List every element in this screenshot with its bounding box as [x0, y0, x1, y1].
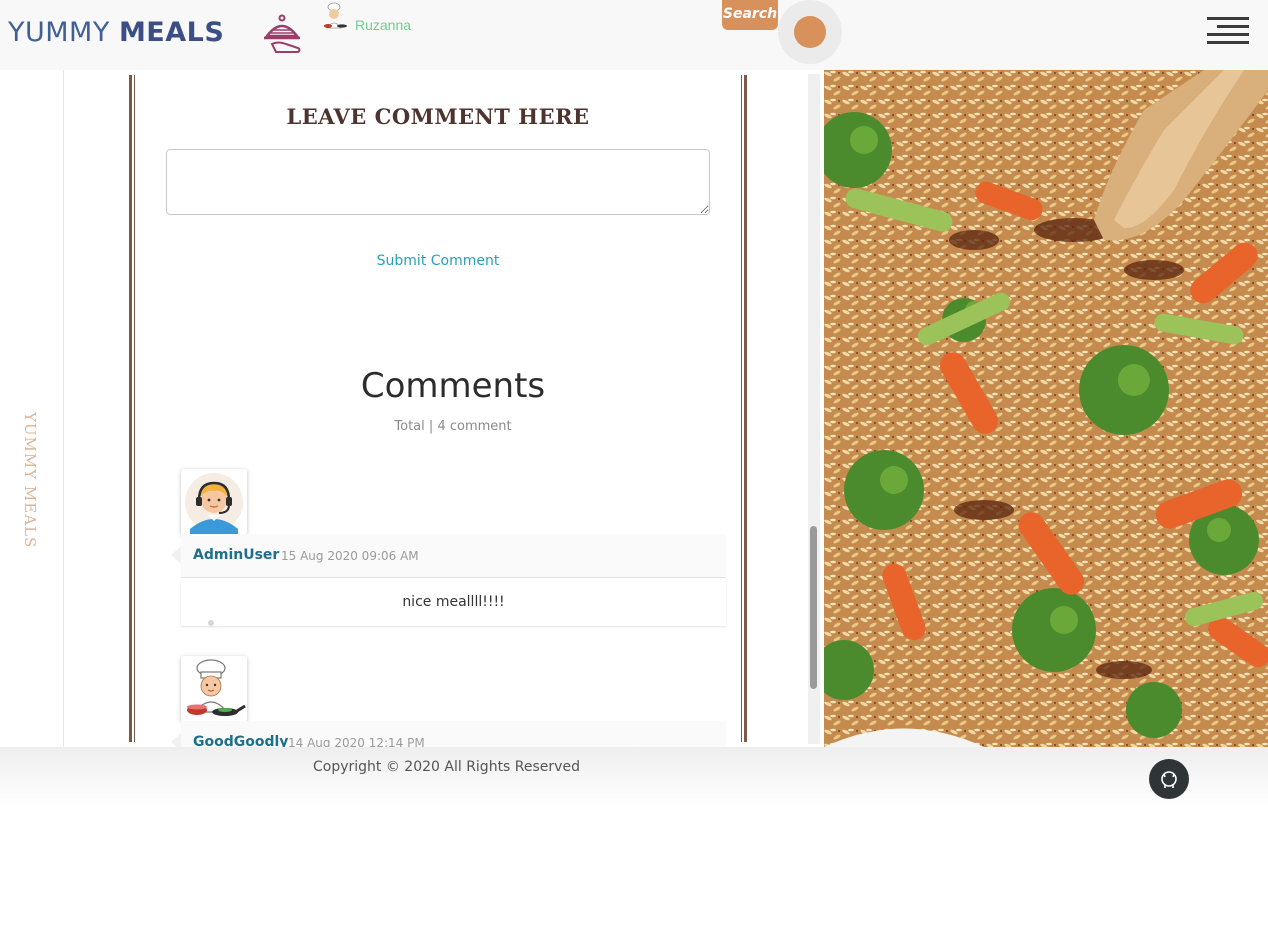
comment-pointer	[171, 546, 181, 564]
toggle-knob-icon	[794, 16, 826, 48]
cloche-logo-icon	[264, 14, 301, 53]
top-navbar: YUMMY MEALS Ruzanna Search	[0, 0, 1268, 70]
frame-border-right-inner	[741, 75, 742, 742]
comments-heading: Comments	[360, 366, 546, 406]
comment-date: 15 Aug 2020 09:06 AM	[281, 549, 419, 563]
brand-logo-text[interactable]: YUMMY MEALS	[8, 17, 224, 48]
comment-body: nice meallll!!!!	[181, 578, 726, 626]
frame-border-left	[129, 75, 132, 742]
count-separator: |	[428, 419, 434, 434]
count-text: 4 comment	[437, 419, 512, 434]
comment-avatar	[181, 656, 247, 722]
comment-textarea[interactable]	[166, 149, 710, 215]
footer-bar	[0, 747, 1268, 807]
fried-rice-hero-image	[824, 70, 1268, 747]
brand-word-2: MEALS	[118, 17, 225, 48]
fried-rice-photo	[824, 70, 1268, 747]
side-rail: YUMMY MEALS	[0, 70, 64, 747]
frame-border-left-inner	[134, 75, 135, 742]
comment-pointer	[171, 733, 181, 747]
support-agent-avatar-icon	[185, 473, 243, 535]
user-name-label: Ruzanna	[355, 17, 412, 33]
chef-avatar-icon	[324, 2, 347, 29]
brand-word-1: YUMMY	[8, 17, 110, 48]
comment-indicator-dot	[208, 620, 214, 626]
chef-cooking-avatar-icon	[187, 659, 246, 716]
scrollbar-thumb[interactable]	[810, 526, 817, 689]
hamburger-menu-icon[interactable]	[1207, 16, 1249, 44]
search-button[interactable]: Search	[722, 0, 778, 30]
frame-border-right	[744, 75, 747, 742]
comment-date: 14 Aug 2020 12:14 PM	[288, 736, 425, 747]
leave-comment-heading: LEAVE COMMENT HERE	[286, 104, 590, 129]
comment-text: nice meallll!!!!	[402, 594, 505, 610]
content-scrollbar[interactable]	[808, 74, 820, 744]
comments-count: Total | 4 comment	[64, 419, 808, 434]
comment-author-link[interactable]: AdminUser	[193, 547, 279, 563]
theme-toggle-button[interactable]	[778, 0, 842, 64]
rail-brand-text: YUMMY MEALS	[21, 412, 39, 549]
comment-header: GoodGoodly 14 Aug 2020 12:14 PM	[171, 721, 726, 747]
github-icon	[1161, 771, 1177, 788]
submit-comment-button[interactable]: Submit Comment	[64, 253, 808, 269]
comment-avatar	[181, 469, 247, 535]
copyright-text: Copyright © 2020 All Rights Reserved	[313, 759, 580, 775]
total-label: Total	[394, 419, 425, 434]
github-link-button[interactable]	[1149, 759, 1189, 799]
main-content: LEAVE COMMENT HERE Submit Comment Commen…	[64, 70, 808, 747]
comment-header: AdminUser 15 Aug 2020 09:06 AM	[171, 534, 726, 578]
comment-author-link[interactable]: GoodGoodly	[193, 734, 288, 747]
